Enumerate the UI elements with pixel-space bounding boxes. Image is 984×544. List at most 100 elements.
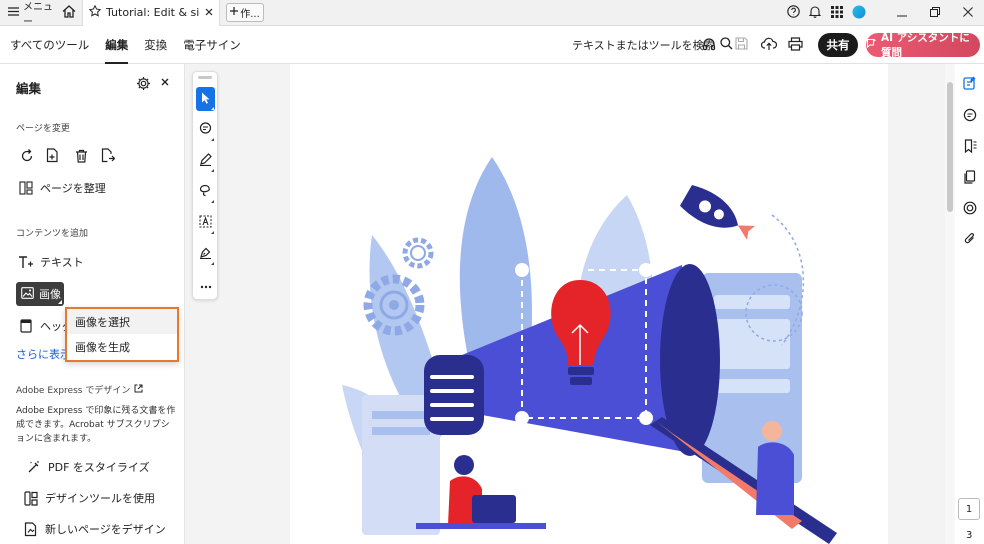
menu-item-select-image[interactable]: 画像を選択 bbox=[67, 309, 177, 334]
help-button[interactable] bbox=[783, 0, 803, 26]
menu-label: メニュー bbox=[23, 1, 53, 28]
stylize-pdf-button[interactable]: PDF をスタイライズ bbox=[26, 459, 150, 475]
rotate-icon bbox=[20, 148, 34, 166]
external-link-icon[interactable] bbox=[134, 384, 143, 396]
apps-button[interactable] bbox=[827, 0, 847, 26]
design-tools-button[interactable]: デザインツールを使用 bbox=[23, 490, 155, 506]
insert-page-button[interactable] bbox=[44, 148, 62, 166]
rail-comment-button[interactable] bbox=[962, 108, 978, 124]
menu-item-label: 画像を選択 bbox=[75, 315, 130, 329]
organize-pages-button[interactable]: ページを整理 bbox=[18, 180, 106, 196]
submenu-indicator bbox=[211, 200, 214, 203]
menu-item-generate-image[interactable]: 画像を生成 bbox=[67, 334, 177, 359]
draw-tool-button[interactable] bbox=[196, 180, 215, 204]
add-text-icon bbox=[18, 254, 34, 270]
insert-page-icon bbox=[46, 148, 60, 166]
edit-panel: 編集 ページを変更 ページを整理 コンテンツを追加 テキスト 画像 ヘッダ さら… bbox=[0, 64, 185, 544]
section-page-label: ページを変更 bbox=[16, 124, 70, 134]
submenu-indicator bbox=[211, 138, 214, 141]
submenu-indicator bbox=[211, 231, 214, 234]
account-button[interactable] bbox=[849, 0, 869, 26]
rail-attachment-button[interactable] bbox=[962, 232, 978, 248]
select-tool-button[interactable] bbox=[196, 87, 215, 111]
comment-tool-button[interactable] bbox=[196, 118, 215, 142]
scroll-thumb[interactable] bbox=[947, 82, 953, 212]
panel-close-button[interactable] bbox=[161, 75, 169, 90]
menu-button[interactable]: メニュー bbox=[0, 0, 56, 28]
panel-settings-button[interactable] bbox=[136, 76, 152, 92]
highlight-tool-button[interactable] bbox=[196, 149, 215, 173]
submenu-indicator bbox=[211, 107, 214, 110]
add-text-button[interactable]: テキスト bbox=[18, 254, 84, 270]
text-select-tool-button[interactable] bbox=[196, 211, 215, 235]
notifications-button[interactable] bbox=[805, 0, 825, 26]
window-close-icon bbox=[962, 6, 973, 20]
right-rail bbox=[955, 64, 984, 544]
rail-pages-button[interactable] bbox=[962, 169, 978, 186]
upload-button[interactable] bbox=[759, 35, 779, 55]
rotate-page-button[interactable] bbox=[18, 148, 36, 166]
new-tab-label: 作... bbox=[240, 9, 260, 20]
home-button[interactable] bbox=[56, 0, 82, 26]
print-button[interactable] bbox=[785, 35, 805, 55]
show-more-link[interactable]: さらに表示 bbox=[16, 346, 71, 362]
share-label: 共有 bbox=[826, 38, 850, 52]
close-icon[interactable] bbox=[205, 6, 213, 19]
printer-icon bbox=[787, 36, 803, 54]
extract-page-icon bbox=[101, 148, 116, 166]
headphones-icon bbox=[702, 37, 716, 54]
delete-page-button[interactable] bbox=[72, 148, 90, 166]
extract-page-button[interactable] bbox=[99, 148, 117, 166]
rail-edit-button[interactable] bbox=[962, 76, 978, 92]
search-label: テキストまたはツールを検索 bbox=[572, 39, 715, 52]
star-icon[interactable] bbox=[88, 4, 102, 20]
add-image-button[interactable]: 画像 bbox=[16, 282, 64, 306]
megaphone-handle bbox=[424, 355, 484, 435]
pen-icon bbox=[199, 153, 212, 169]
design-new-page-button[interactable]: 新しいページをデザイン bbox=[23, 521, 166, 537]
nav-label: 電子サイン bbox=[183, 38, 241, 52]
save-button[interactable] bbox=[731, 35, 751, 55]
hamburger-icon bbox=[8, 6, 19, 19]
top-nav: すべてのツール 編集 変換 電子サイン bbox=[10, 26, 241, 64]
new-page-design-icon bbox=[23, 521, 39, 537]
maximize-button[interactable] bbox=[918, 0, 951, 26]
image-icon bbox=[21, 286, 34, 302]
new-tab-button[interactable]: 作... bbox=[226, 3, 264, 22]
stylize-label: PDF をスタイライズ bbox=[48, 461, 150, 474]
fountain-pen-icon bbox=[199, 246, 212, 262]
total-pages: 3 bbox=[966, 530, 973, 541]
minimize-button[interactable] bbox=[885, 0, 918, 26]
rail-bookmark-button[interactable] bbox=[962, 138, 978, 156]
nav-label: 編集 bbox=[105, 38, 129, 52]
home-icon bbox=[62, 4, 76, 21]
submenu-indicator bbox=[211, 169, 214, 172]
tab-title: Tutorial: Edit & sign ... bbox=[106, 6, 200, 19]
more-tools-button[interactable] bbox=[196, 273, 215, 297]
restore-icon bbox=[929, 6, 940, 20]
sign-tool-button[interactable] bbox=[196, 242, 215, 266]
ai-sparkle-icon bbox=[866, 38, 877, 52]
organize-label: ページを整理 bbox=[40, 182, 106, 195]
nav-esign[interactable]: 電子サイン bbox=[183, 26, 241, 64]
page-number-input[interactable]: 1 bbox=[958, 498, 980, 520]
edit-panel-icon bbox=[963, 76, 977, 93]
apps-grid-icon bbox=[831, 5, 843, 21]
gear-icon bbox=[136, 77, 151, 94]
window-close-button[interactable] bbox=[951, 0, 984, 26]
share-button[interactable]: 共有 bbox=[818, 33, 858, 57]
vertical-scrollbar[interactable] bbox=[945, 64, 955, 544]
trash-icon bbox=[75, 149, 88, 166]
nav-all-tools[interactable]: すべてのツール bbox=[10, 26, 89, 64]
ai-assistant-button[interactable]: AI アシスタントに質問 bbox=[866, 32, 980, 59]
image-dropdown-menu: 画像を選択 画像を生成 bbox=[65, 307, 179, 362]
read-aloud-button[interactable] bbox=[699, 35, 719, 55]
bookmark-icon bbox=[963, 138, 977, 156]
rail-layers-button[interactable] bbox=[962, 201, 978, 217]
titlebar-right bbox=[781, 0, 984, 26]
nav-edit[interactable]: 編集 bbox=[105, 26, 129, 64]
nav-convert[interactable]: 変換 bbox=[144, 26, 167, 64]
tab-tutorial[interactable]: Tutorial: Edit & sign ... bbox=[82, 0, 220, 26]
cursor-icon bbox=[201, 92, 211, 107]
rail-drag-handle[interactable] bbox=[198, 76, 212, 79]
